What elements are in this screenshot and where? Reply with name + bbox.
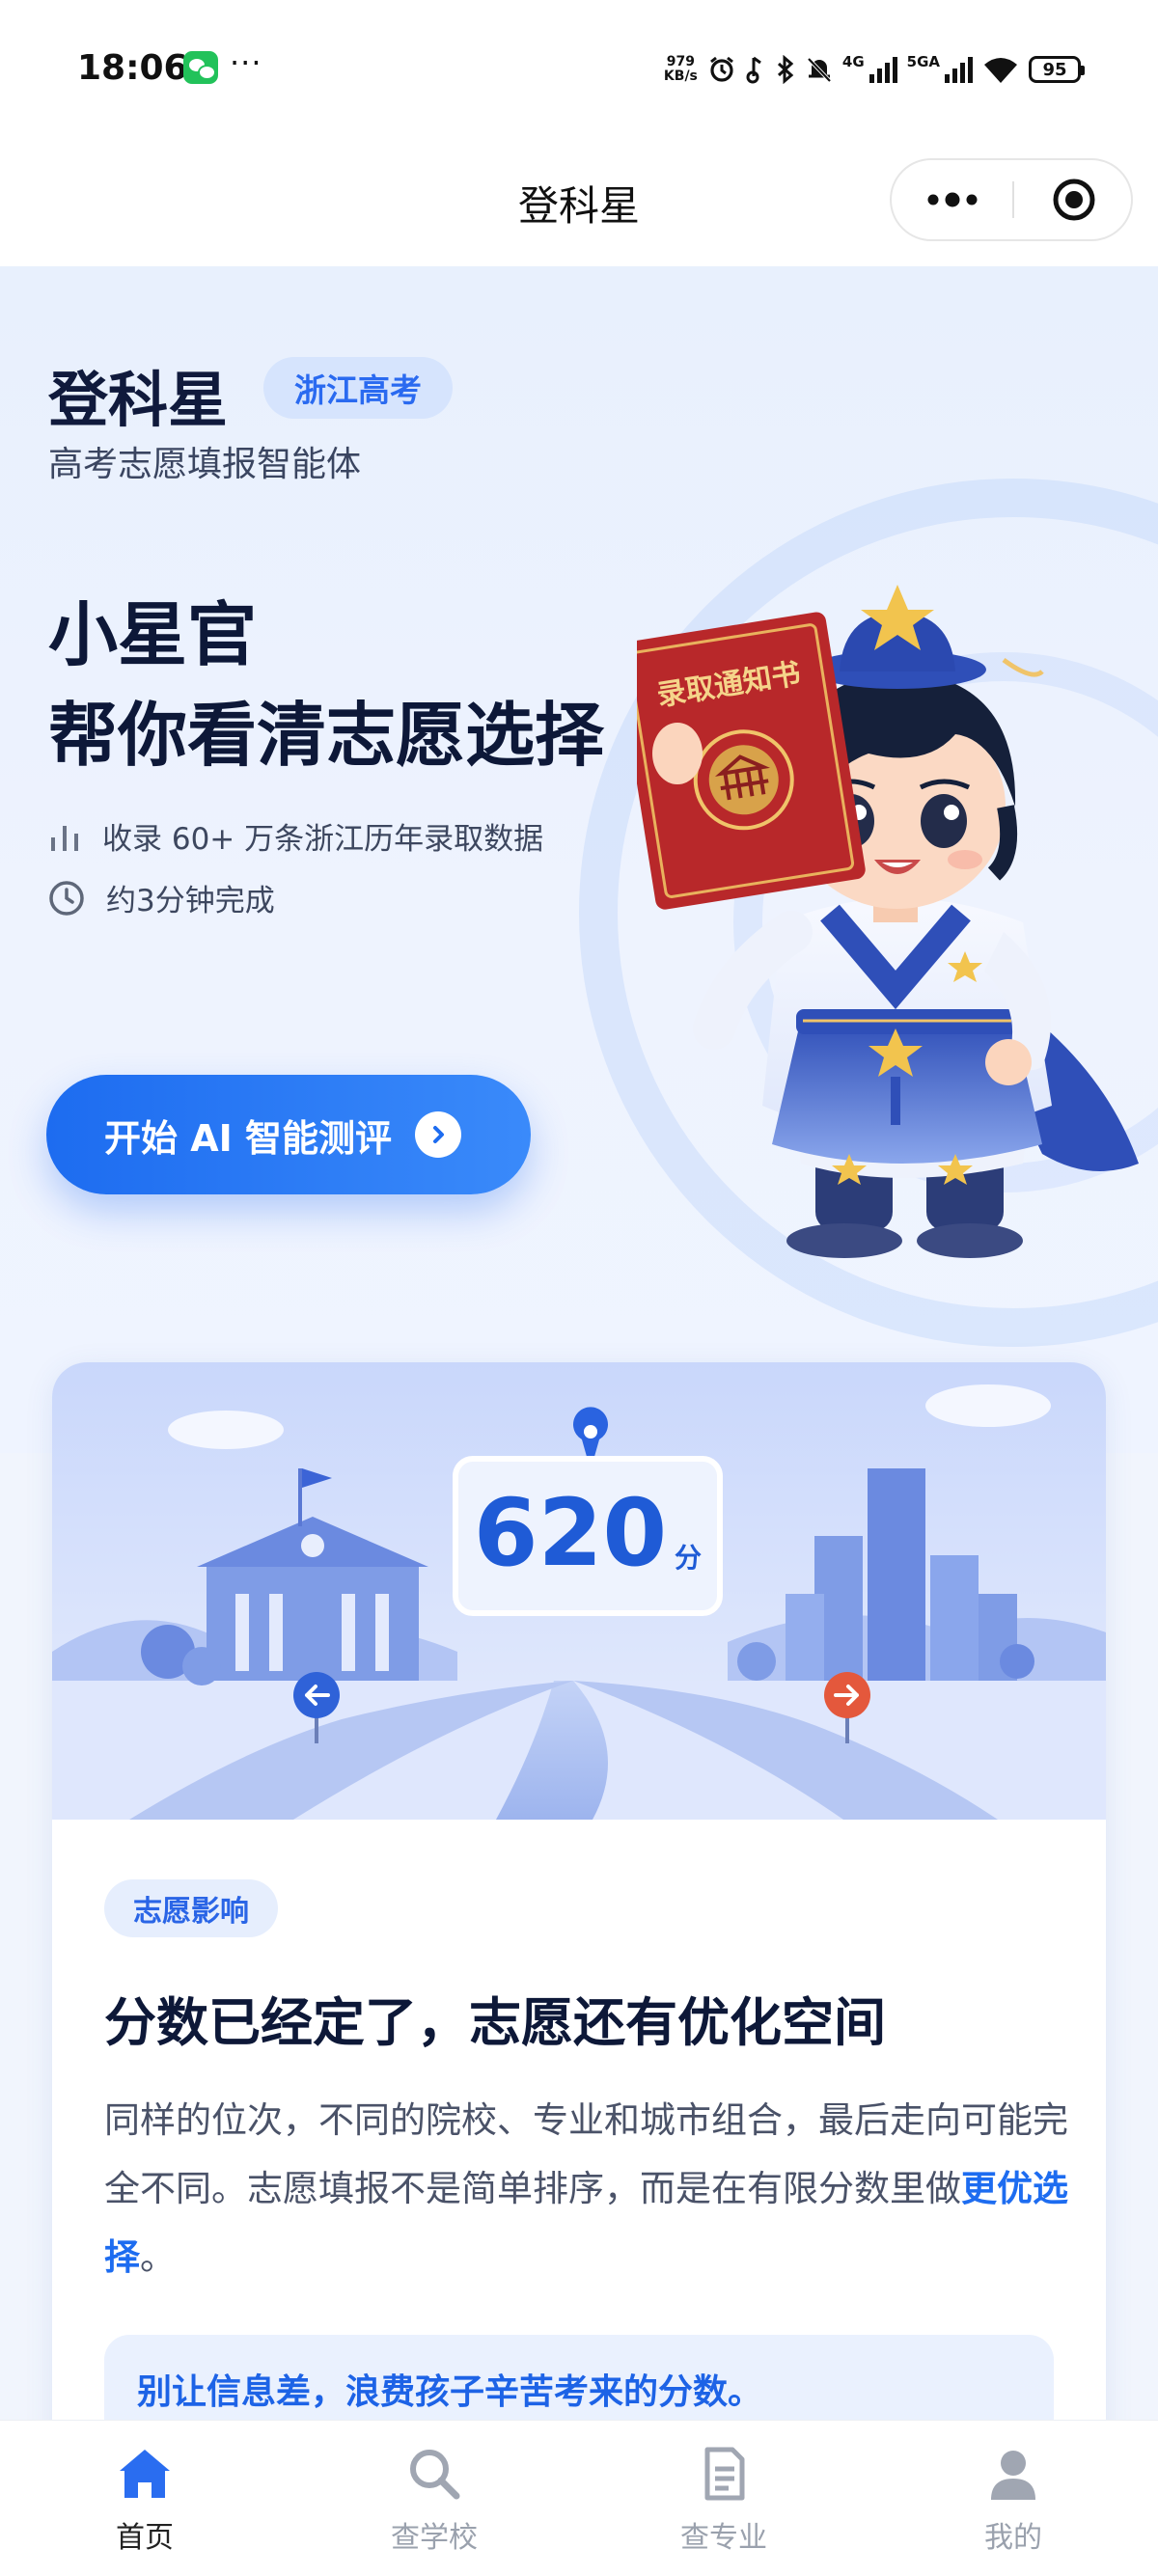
brand-subtitle: 高考志愿填报智能体 [48,445,362,484]
bar-chart-icon [51,825,78,851]
feature-data-count: 收录 60+ 万条浙江历年录取数据 [48,814,543,858]
status-indicators: 979 KB/s 4G 5GA 95 [664,50,1085,89]
hero-headline: 小星官 帮你看清志愿选择 [48,585,604,785]
hero-headline-line-2: 帮你看清志愿选择 [48,695,605,776]
region-badge: 浙江高考 [263,357,453,419]
card-body-main: 同样的位次，不同的院校、专业和城市组合，最后走向可能完全不同。志愿填报不是简单排… [104,2099,1068,2209]
hero-section: 登科星 浙江高考 高考志愿填报智能体 小星官 帮你看清志愿选择 收录 60+ 万… [0,266,1158,1453]
card-body-text: 同样的位次，不同的院校、专业和城市组合，最后走向可能完全不同。志愿填报不是简单排… [104,2086,1069,2291]
tab-search-major[interactable]: 查专业 [579,2421,868,2576]
feature-data-count-text: 收录 60+ 万条浙江历年录取数据 [102,822,544,857]
mute-bell-icon [807,57,832,83]
volunteer-impact-card: 620 分 志愿影响 分数已经定了，志愿还有优化空间 同样的位次，不同的院校、专… [52,1362,1106,2576]
wechat-icon [183,51,218,84]
bottom-tab-bar: 首页 查学校 查专业 我的 [0,2420,1158,2576]
more-icon [927,192,977,207]
status-bar: 18:06 ··· 979 KB/s 4G 5GA 95 [0,0,1158,140]
score-unit: 分 [675,1542,702,1574]
tab-home-label: 首页 [116,2521,174,2555]
alarm-icon [709,56,733,82]
mini-program-capsule [890,158,1133,241]
brand-title: 登科星 [48,365,229,435]
hero-headline-line-1: 小星官 [48,594,258,675]
clock-icon [49,880,84,916]
mascot-illustration: 录取通知书 [637,585,1139,1258]
headphone-icon [746,56,761,84]
card-body-end: 。 [140,2236,176,2278]
bluetooth-icon [777,55,794,84]
battery-icon: 95 [1029,56,1085,83]
card-title: 分数已经定了，志愿还有优化空间 [104,1992,886,2053]
network-4g-label: 4G [841,53,865,70]
status-more-dots: ··· [230,44,262,81]
score-value: 620 [474,1479,667,1587]
tab-home[interactable]: 首页 [0,2421,290,2576]
network-speed: 979 KB/s [664,55,698,84]
signal-icon [945,57,973,83]
close-target-icon [1053,178,1094,221]
more-button[interactable] [892,160,1012,239]
signal-icon [868,57,897,83]
tab-profile[interactable]: 我的 [868,2421,1158,2576]
network-5g-label: 5GA [906,53,940,70]
start-ai-assessment-button[interactable]: 开始 AI 智能测评 [46,1075,531,1194]
chevron-right-icon [415,1111,462,1158]
score-crossroads-illustration: 620 分 [52,1362,1106,1820]
document-icon [704,2447,745,2501]
start-ai-assessment-label: 开始 AI 智能测评 [104,1116,393,1160]
card-tag: 志愿影响 [104,1879,278,1937]
search-icon [410,2450,460,2500]
network-speed-unit: KB/s [663,69,698,84]
home-icon [120,2450,170,2498]
feature-duration-text: 约3分钟完成 [106,884,275,918]
status-time: 18:06 [77,48,188,88]
tab-search-major-label: 查专业 [680,2521,767,2555]
close-button[interactable] [1014,160,1133,239]
network-speed-value: 979 [666,54,696,69]
user-icon [991,2451,1035,2500]
tab-profile-label: 我的 [984,2521,1042,2555]
wifi-icon [984,58,1017,83]
feature-duration: 约3分钟完成 [48,876,275,919]
tab-search-school[interactable]: 查学校 [290,2421,579,2576]
tab-search-school-label: 查学校 [391,2521,478,2555]
